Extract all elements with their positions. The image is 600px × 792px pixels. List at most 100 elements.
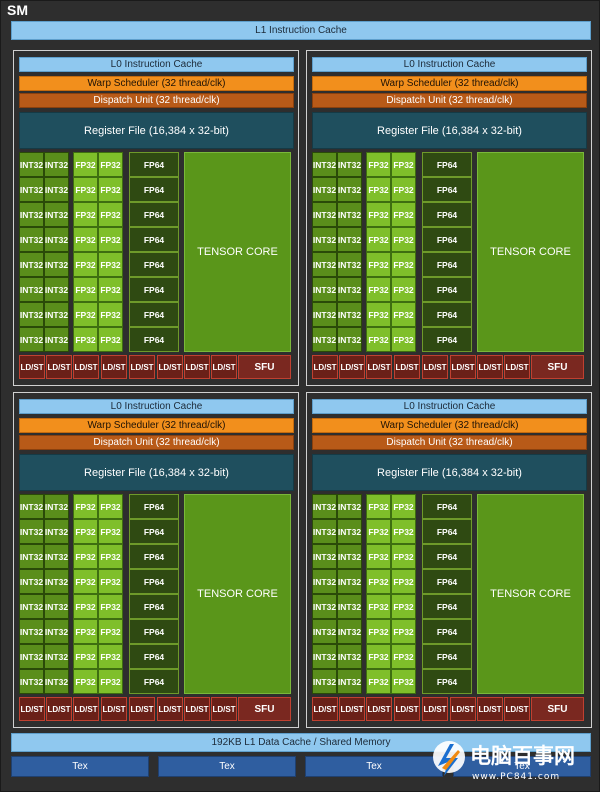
fp32-unit: FP32 [366, 277, 391, 302]
ld-st-unit: LD/ST [339, 355, 365, 379]
tensor-core: TENSOR CORE [184, 152, 291, 352]
ld-st-label-bottom: ST [33, 704, 44, 714]
ld-st-label-bottom: ST [380, 362, 391, 372]
fp32-unit: FP32 [391, 227, 416, 252]
fp32-unit: FP32 [98, 152, 123, 177]
watermark-logo-icon [433, 741, 465, 776]
ld-st-label-bottom: ST [518, 704, 529, 714]
fp32-unit: FP32 [391, 669, 416, 694]
fp64-unit: FP64 [129, 644, 179, 669]
ld-st-label-top: LD/ [340, 704, 354, 714]
fp32-unit: FP32 [98, 544, 123, 569]
int32-unit: INT32 [44, 277, 69, 302]
fp32-unit: FP32 [73, 594, 98, 619]
ld-st-unit: LD/ST [211, 697, 237, 721]
int32-unit: INT32 [312, 227, 337, 252]
ld-st-unit: LD/ST [19, 697, 45, 721]
fp32-unit: FP32 [73, 327, 98, 352]
fp32-unit: FP32 [98, 619, 123, 644]
tensor-core: TENSOR CORE [477, 494, 584, 694]
ld-st-label-bottom: ST [464, 704, 475, 714]
ld-st-label-bottom: ST [491, 704, 502, 714]
fp32-unit: FP32 [391, 327, 416, 352]
fp32-unit: FP32 [391, 152, 416, 177]
int32-unit: INT32 [337, 152, 362, 177]
int32-unit: INT32 [337, 202, 362, 227]
ld-st-label-top: LD/ [451, 362, 465, 372]
fp64-unit: FP64 [129, 569, 179, 594]
processing-block: L0 Instruction Cache Warp Scheduler (32 t… [13, 50, 299, 386]
watermark-url: www.PC841.com [472, 772, 560, 782]
int32-unit: INT32 [337, 277, 362, 302]
ld-st-unit: LD/ST [422, 355, 448, 379]
fp64-unit: FP64 [422, 202, 472, 227]
sfu-unit: SFU [238, 697, 291, 721]
sm-block: SM L1 Instruction Cache L0 Instruction C… [0, 0, 600, 792]
fp32-unit: FP32 [73, 252, 98, 277]
ld-st-unit: LD/ST [477, 697, 503, 721]
fp32-unit: FP32 [366, 152, 391, 177]
dispatch-unit: Dispatch Unit (32 thread/clk) [312, 435, 587, 450]
ld-st-label-bottom: ST [198, 704, 209, 714]
fp64-unit: FP64 [422, 252, 472, 277]
fp32-unit: FP32 [73, 644, 98, 669]
fp64-unit: FP64 [422, 569, 472, 594]
ld-st-label-bottom: ST [436, 704, 447, 714]
ld-st-label-top: LD/ [158, 704, 172, 714]
int32-unit: INT32 [44, 152, 69, 177]
fp64-unit: FP64 [422, 519, 472, 544]
int32-unit: INT32 [19, 669, 44, 694]
warp-scheduler: Warp Scheduler (32 thread/clk) [19, 418, 294, 433]
ld-st-label-bottom: ST [380, 704, 391, 714]
ld-st-label-top: LD/ [130, 362, 144, 372]
fp64-unit: FP64 [129, 227, 179, 252]
fp32-unit: FP32 [73, 619, 98, 644]
ld-st-label-bottom: ST [33, 362, 44, 372]
fp64-unit: FP64 [422, 544, 472, 569]
ld-st-unit: LD/ST [184, 697, 210, 721]
processing-block: L0 Instruction Cache Warp Scheduler (32 t… [13, 392, 299, 728]
int32-unit: INT32 [337, 544, 362, 569]
fp64-unit: FP64 [129, 544, 179, 569]
int32-unit: INT32 [312, 152, 337, 177]
ld-st-unit: LD/ST [422, 697, 448, 721]
int32-unit: INT32 [312, 644, 337, 669]
fp32-unit: FP32 [391, 252, 416, 277]
fp32-unit: FP32 [366, 302, 391, 327]
fp64-unit: FP64 [422, 327, 472, 352]
int32-unit: INT32 [19, 302, 44, 327]
fp32-unit: FP32 [391, 177, 416, 202]
ld-st-unit: LD/ST [19, 355, 45, 379]
l0-instruction-cache: L0 Instruction Cache [312, 57, 587, 72]
ld-st-label-top: LD/ [74, 704, 88, 714]
fp64-unit: FP64 [129, 177, 179, 202]
ld-st-unit: LD/ST [46, 355, 72, 379]
ld-st-unit: LD/ST [339, 697, 365, 721]
int32-unit: INT32 [44, 619, 69, 644]
tex-unit: Tex [11, 756, 149, 777]
int32-unit: INT32 [19, 494, 44, 519]
ld-st-unit: LD/ST [101, 355, 127, 379]
fp32-unit: FP32 [391, 544, 416, 569]
ld-st-label-top: LD/ [313, 704, 327, 714]
fp64-unit: FP64 [422, 302, 472, 327]
int32-unit: INT32 [312, 594, 337, 619]
fp32-unit: FP32 [98, 302, 123, 327]
ld-st-label-bottom: ST [225, 362, 236, 372]
ld-st-unit: LD/ST [450, 355, 476, 379]
tensor-core: TENSOR CORE [477, 152, 584, 352]
ld-st-label-bottom: ST [143, 362, 154, 372]
fp32-unit: FP32 [391, 494, 416, 519]
ld-st-label-top: LD/ [395, 362, 409, 372]
ld-st-label-top: LD/ [130, 704, 144, 714]
fp32-unit: FP32 [366, 644, 391, 669]
ld-st-label-bottom: ST [225, 704, 236, 714]
fp32-unit: FP32 [391, 644, 416, 669]
ld-st-unit: LD/ST [73, 355, 99, 379]
ld-st-label-bottom: ST [115, 704, 126, 714]
fp64-unit: FP64 [422, 669, 472, 694]
int32-unit: INT32 [19, 202, 44, 227]
fp32-unit: FP32 [98, 519, 123, 544]
fp64-unit: FP64 [422, 152, 472, 177]
ld-st-unit: LD/ST [504, 697, 530, 721]
